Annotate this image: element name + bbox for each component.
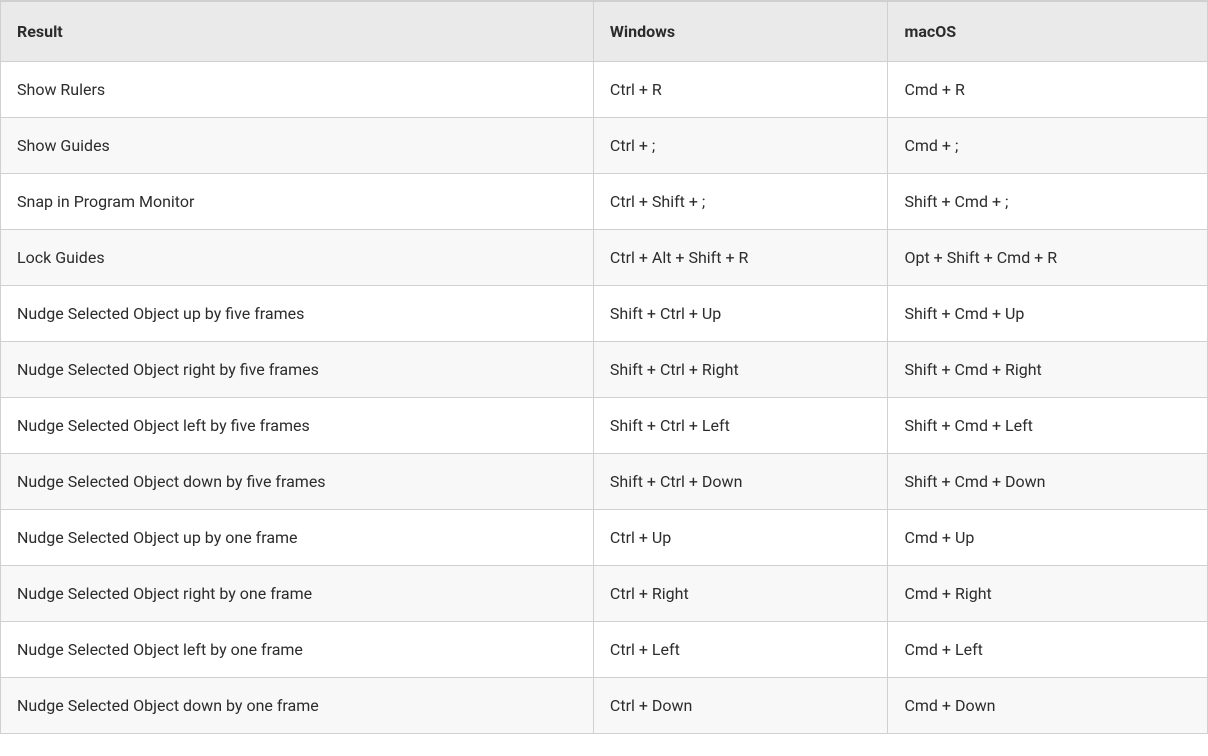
cell-macos: Shift + Cmd + Up <box>888 286 1207 342</box>
cell-result: Nudge Selected Object up by five frames <box>1 286 594 342</box>
cell-result: Snap in Program Monitor <box>1 174 594 230</box>
table-row: Nudge Selected Object up by five frames … <box>1 286 1207 342</box>
cell-macos: Shift + Cmd + Down <box>888 454 1207 510</box>
cell-windows: Ctrl + Down <box>594 678 889 733</box>
shortcuts-table: Result Windows macOS Show Rulers Ctrl + … <box>0 0 1208 734</box>
cell-windows: Ctrl + Left <box>594 622 889 678</box>
cell-windows: Shift + Ctrl + Down <box>594 454 889 510</box>
cell-result: Nudge Selected Object down by one frame <box>1 678 594 733</box>
cell-windows: Shift + Ctrl + Up <box>594 286 889 342</box>
header-result: Result <box>1 1 594 62</box>
cell-macos: Opt + Shift + Cmd + R <box>888 230 1207 286</box>
table-row: Snap in Program Monitor Ctrl + Shift + ;… <box>1 174 1207 230</box>
cell-macos: Shift + Cmd + ; <box>888 174 1207 230</box>
table-row: Nudge Selected Object left by one frame … <box>1 622 1207 678</box>
cell-result: Nudge Selected Object left by five frame… <box>1 398 594 454</box>
table-row: Show Guides Ctrl + ; Cmd + ; <box>1 118 1207 174</box>
cell-windows: Ctrl + R <box>594 62 889 118</box>
cell-macos: Cmd + ; <box>888 118 1207 174</box>
cell-macos: Cmd + Up <box>888 510 1207 566</box>
cell-windows: Ctrl + Shift + ; <box>594 174 889 230</box>
cell-macos: Shift + Cmd + Left <box>888 398 1207 454</box>
cell-macos: Cmd + Left <box>888 622 1207 678</box>
cell-result: Nudge Selected Object left by one frame <box>1 622 594 678</box>
table-row: Nudge Selected Object down by five frame… <box>1 454 1207 510</box>
cell-macos: Shift + Cmd + Right <box>888 342 1207 398</box>
table-row: Nudge Selected Object down by one frame … <box>1 678 1207 733</box>
table-row: Nudge Selected Object right by five fram… <box>1 342 1207 398</box>
cell-result: Nudge Selected Object right by one frame <box>1 566 594 622</box>
cell-macos: Cmd + Right <box>888 566 1207 622</box>
table-row: Show Rulers Ctrl + R Cmd + R <box>1 62 1207 118</box>
cell-result: Nudge Selected Object up by one frame <box>1 510 594 566</box>
cell-windows: Ctrl + Alt + Shift + R <box>594 230 889 286</box>
cell-windows: Ctrl + Up <box>594 510 889 566</box>
table-header-row: Result Windows macOS <box>1 1 1207 62</box>
header-macos: macOS <box>888 1 1207 62</box>
cell-windows: Ctrl + Right <box>594 566 889 622</box>
cell-windows: Shift + Ctrl + Left <box>594 398 889 454</box>
header-windows: Windows <box>594 1 889 62</box>
cell-result: Nudge Selected Object down by five frame… <box>1 454 594 510</box>
cell-macos: Cmd + Down <box>888 678 1207 733</box>
table-row: Nudge Selected Object left by five frame… <box>1 398 1207 454</box>
cell-result: Show Rulers <box>1 62 594 118</box>
cell-result: Nudge Selected Object right by five fram… <box>1 342 594 398</box>
cell-windows: Ctrl + ; <box>594 118 889 174</box>
table-row: Nudge Selected Object up by one frame Ct… <box>1 510 1207 566</box>
table-row: Lock Guides Ctrl + Alt + Shift + R Opt +… <box>1 230 1207 286</box>
cell-macos: Cmd + R <box>888 62 1207 118</box>
cell-windows: Shift + Ctrl + Right <box>594 342 889 398</box>
cell-result: Lock Guides <box>1 230 594 286</box>
cell-result: Show Guides <box>1 118 594 174</box>
table-row: Nudge Selected Object right by one frame… <box>1 566 1207 622</box>
